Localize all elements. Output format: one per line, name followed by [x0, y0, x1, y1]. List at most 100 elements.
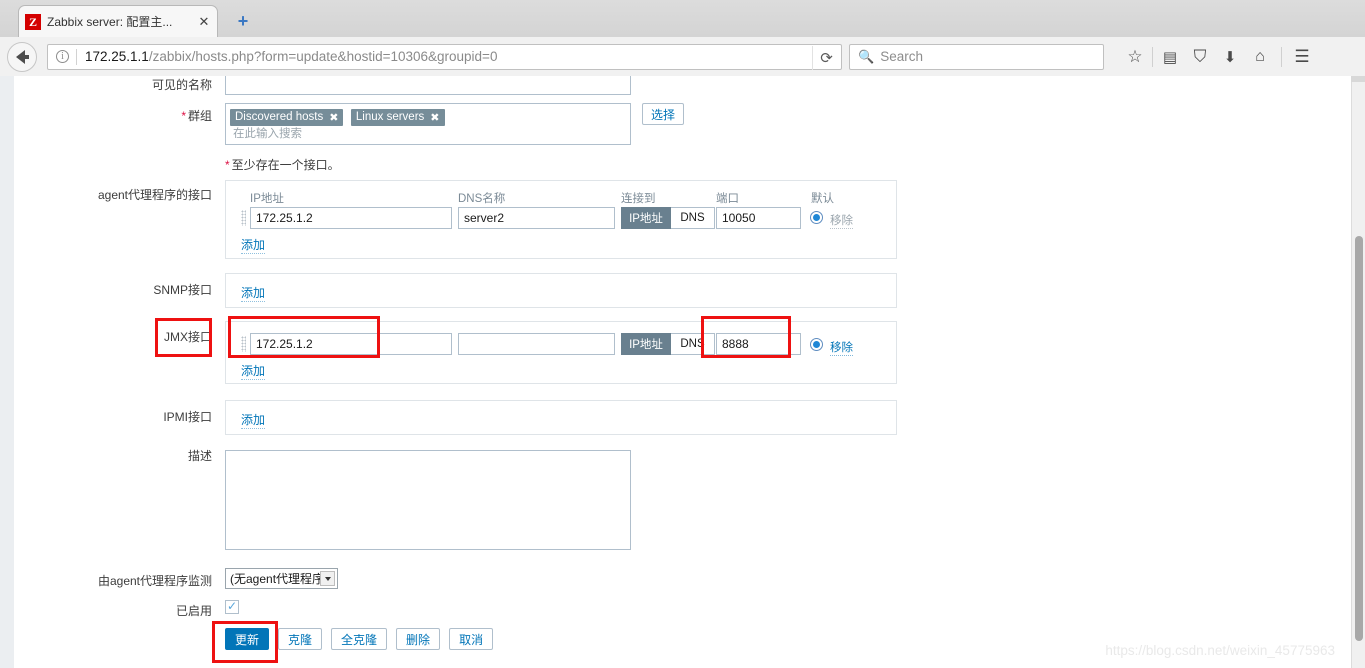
home-icon[interactable]: ⌂	[1245, 42, 1275, 72]
agent-ip-value: 172.25.1.2	[256, 211, 313, 225]
browser-chrome: Z Zabbix server: 配置主... ✕ + i 172.25.1.1…	[0, 0, 1365, 76]
jmx-connect-to-toggle: IP地址 DNS	[621, 333, 715, 355]
agent-ip-input[interactable]: 172.25.1.2	[250, 207, 452, 229]
host-configuration-form: 可见的名称 * 群组 Discovered hosts ✖ Linux serve…	[14, 76, 1351, 668]
select-groups-button[interactable]: 选择	[642, 103, 684, 125]
reload-icon[interactable]: ⟳	[812, 45, 840, 70]
menu-divider	[1281, 46, 1282, 67]
row-visible-name: 可见的名称	[14, 76, 904, 95]
vertical-scrollbar[interactable]	[1351, 76, 1365, 668]
jmx-default-radio[interactable]	[810, 338, 823, 351]
snmp-add-link[interactable]: 添加	[241, 284, 266, 302]
chevron-down-icon[interactable]	[320, 571, 335, 586]
back-button[interactable]	[7, 41, 37, 72]
agent-connect-to-toggle: IP地址 DNS	[621, 207, 715, 229]
new-tab-icon[interactable]: +	[232, 10, 254, 32]
jmx-port-value: 8888	[722, 337, 749, 351]
jmx-ip-input[interactable]: 172.25.1.2	[250, 333, 452, 355]
drag-handle[interactable]	[241, 336, 246, 352]
close-icon[interactable]: ✖	[329, 111, 338, 124]
agent-connect-dns-option[interactable]: DNS	[671, 207, 715, 229]
zabbix-favicon: Z	[25, 13, 41, 30]
agent-port-value: 10050	[722, 211, 756, 225]
interface-note-text: 至少存在一个接口。	[231, 158, 340, 172]
interface-required-note: * 至少存在一个接口。	[225, 156, 340, 173]
agent-add-link[interactable]: 添加	[241, 236, 266, 254]
jmx-add-link[interactable]: 添加	[241, 362, 266, 380]
agent-connect-ip-option[interactable]: IP地址	[621, 207, 671, 229]
delete-button[interactable]: 删除	[396, 628, 441, 650]
group-chip[interactable]: Linux servers ✖	[350, 108, 445, 126]
library-icon[interactable]: ▤	[1155, 42, 1185, 72]
agent-dns-value: server2	[464, 211, 505, 225]
close-icon[interactable]: ✖	[430, 111, 439, 124]
description-label: 描述	[187, 449, 212, 463]
ipmi-interface-label: IPMI接口	[163, 410, 212, 424]
hamburger-menu-icon[interactable]: ☰	[1287, 42, 1317, 72]
bookmark-star-icon[interactable]: ☆	[1120, 42, 1150, 72]
url-divider	[76, 48, 77, 65]
agent-interface-label: agent代理程序的接口	[97, 188, 212, 202]
url-host: 172.25.1.1	[85, 49, 149, 64]
form-action-buttons: 更新 克隆 全克隆 删除 取消	[225, 628, 494, 650]
groups-label-text: 群组	[187, 109, 212, 123]
search-icon: 🔍	[858, 48, 875, 64]
url-path: /zabbix/hosts.php?form=update&hostid=103…	[148, 49, 498, 64]
description-textarea[interactable]	[225, 450, 631, 550]
full-clone-button[interactable]: 全克隆	[331, 628, 388, 650]
ipmi-add-link[interactable]: 添加	[241, 411, 266, 429]
proxy-select[interactable]: (无agent代理程序)	[225, 568, 338, 589]
agent-interface-panel: IP地址 DNS名称 连接到 端口 默认 172.25.1.2 server2 …	[225, 180, 897, 259]
required-marker: *	[225, 158, 230, 172]
visible-name-label: 可见的名称	[151, 77, 212, 92]
enabled-checkbox[interactable]	[225, 599, 239, 614]
watermark: https://blog.csdn.net/weixin_45775963	[1105, 643, 1335, 658]
pocket-shield-icon[interactable]: ⛉	[1185, 42, 1215, 72]
visible-name-input[interactable]	[225, 76, 631, 95]
ipmi-interface-panel: 添加	[225, 400, 897, 435]
clone-button[interactable]: 克隆	[278, 628, 323, 650]
toolbar-divider	[1152, 46, 1153, 67]
jmx-ip-value: 172.25.1.2	[256, 337, 313, 351]
jmx-remove-link[interactable]: 移除	[830, 339, 853, 356]
column-header-port: 端口	[716, 193, 739, 205]
agent-remove-link[interactable]: 移除	[830, 212, 853, 229]
required-marker: *	[181, 109, 186, 123]
group-chip[interactable]: Discovered hosts ✖	[230, 108, 344, 126]
update-button[interactable]: 更新	[225, 628, 270, 650]
proxy-select-value: (无agent代理程序)	[230, 572, 329, 586]
navigation-toolbar: i 172.25.1.1/zabbix/hosts.php?form=updat…	[0, 37, 1365, 76]
agent-default-radio[interactable]	[810, 211, 823, 224]
drag-handle[interactable]	[241, 210, 246, 226]
group-chip-label: Discovered hosts	[235, 111, 324, 123]
browser-tab-zabbix[interactable]: Z Zabbix server: 配置主... ✕	[18, 5, 218, 37]
scrollbar-top-cap	[1351, 76, 1365, 82]
column-header-dns: DNS名称	[458, 193, 506, 205]
column-header-connect-to: 连接到	[621, 193, 656, 205]
downloads-icon[interactable]: ⬇	[1215, 42, 1245, 72]
jmx-connect-ip-option[interactable]: IP地址	[621, 333, 671, 355]
url-bar[interactable]: i 172.25.1.1/zabbix/hosts.php?form=updat…	[47, 43, 842, 70]
group-chip-label: Linux servers	[355, 111, 425, 123]
column-header-default: 默认	[811, 193, 834, 205]
snmp-interface-panel: 添加	[225, 273, 897, 308]
arrow-left-icon	[15, 49, 29, 64]
groups-search-input[interactable]: 在此输入搜索	[233, 125, 302, 141]
search-input[interactable]: Search	[880, 49, 923, 64]
tab-title: Zabbix server: 配置主...	[47, 15, 173, 29]
groups-multiselect[interactable]: Discovered hosts ✖ Linux servers ✖ 在此输入搜…	[225, 103, 631, 145]
tab-strip: Z Zabbix server: 配置主... ✕ +	[0, 0, 1365, 37]
page-info-icon[interactable]: i	[56, 50, 69, 63]
jmx-interface-panel: 172.25.1.2 IP地址 DNS 8888 移除 添加	[225, 321, 897, 384]
page-viewport: 可见的名称 * 群组 Discovered hosts ✖ Linux serve…	[0, 76, 1365, 668]
close-icon[interactable]: ✕	[197, 14, 211, 30]
vertical-scrollbar-thumb[interactable]	[1355, 236, 1363, 641]
agent-dns-input[interactable]: server2	[458, 207, 615, 229]
jmx-port-input[interactable]: 8888	[716, 333, 801, 355]
cancel-button[interactable]: 取消	[449, 628, 494, 650]
search-bar[interactable]: 🔍 Search	[849, 43, 1104, 70]
agent-port-input[interactable]: 10050	[716, 207, 801, 229]
jmx-connect-dns-option[interactable]: DNS	[671, 333, 715, 355]
row-groups: * 群组 Discovered hosts ✖ Linux servers ✖ 在…	[14, 103, 904, 145]
jmx-dns-input[interactable]	[458, 333, 615, 355]
